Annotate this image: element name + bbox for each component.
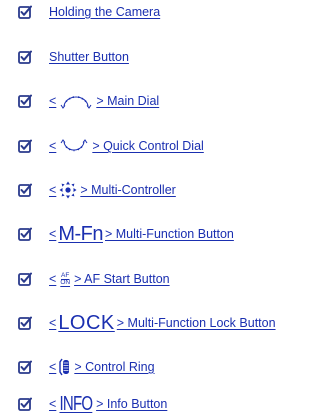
- link-prefix: <: [49, 182, 57, 197]
- link-prefix: <: [49, 359, 57, 374]
- list-item: Holding the Camera: [18, 1, 160, 23]
- link-label: > Control Ring: [74, 359, 155, 374]
- main-dial-icon: [59, 93, 93, 109]
- list-item: < AF ON > AF Start Button: [18, 268, 170, 290]
- list-item: Shutter Button: [18, 46, 129, 68]
- list-item: < INFO > Info Button: [18, 393, 167, 415]
- checkbox-checked-icon: [18, 94, 32, 108]
- link-label: Shutter Button: [49, 49, 129, 64]
- af-on-top: AF: [61, 272, 70, 279]
- link-label: > Multi-Function Lock Button: [116, 315, 276, 330]
- link-info-button[interactable]: < INFO > Info Button: [49, 394, 167, 414]
- link-quick-control-dial[interactable]: < > Quick Control Dial: [49, 138, 204, 154]
- lock-symbol: LOCK: [58, 312, 115, 334]
- list-item: < > Main Dial: [18, 90, 159, 112]
- link-multi-function-lock-button[interactable]: < LOCK > Multi-Function Lock Button: [49, 313, 276, 333]
- link-prefix: <: [49, 315, 57, 330]
- link-af-start-button[interactable]: < AF ON > AF Start Button: [49, 272, 170, 286]
- checkbox-checked-icon: [18, 50, 32, 64]
- list-item: < M-Fn > Multi-Function Button: [18, 223, 234, 245]
- checkbox-checked-icon: [18, 139, 32, 153]
- link-main-dial[interactable]: < > Main Dial: [49, 93, 159, 109]
- list-item: < LOCK > Multi-Function Lock Button: [18, 312, 276, 334]
- link-prefix: <: [49, 396, 57, 411]
- link-label: > Multi-Controller: [80, 182, 176, 197]
- link-label: Holding the Camera: [49, 4, 161, 19]
- checkbox-checked-icon: [18, 316, 32, 330]
- list-item: < > Control Ring: [18, 356, 155, 378]
- link-label: > Main Dial: [96, 93, 160, 108]
- quick-control-dial-icon: [59, 138, 89, 154]
- link-holding-the-camera[interactable]: Holding the Camera: [49, 6, 160, 19]
- checkbox-checked-icon: [18, 360, 32, 374]
- checkbox-checked-icon: [18, 272, 32, 286]
- checkbox-checked-icon: [18, 227, 32, 241]
- checkbox-checked-icon: [18, 397, 32, 411]
- link-prefix: <: [49, 93, 57, 108]
- link-label: > Quick Control Dial: [92, 138, 204, 153]
- link-multi-function-button[interactable]: < M-Fn > Multi-Function Button: [49, 224, 234, 244]
- info-symbol: INFO: [59, 393, 94, 415]
- link-prefix: <: [49, 138, 57, 153]
- link-label: > Multi-Function Button: [104, 226, 234, 241]
- af-on-bottom: ON: [60, 279, 71, 286]
- link-prefix: <: [49, 226, 57, 241]
- multi-controller-icon: [59, 181, 77, 199]
- link-prefix: <: [49, 271, 57, 286]
- list-item: < > Quick Control Dial: [18, 135, 204, 157]
- checkbox-checked-icon: [18, 183, 32, 197]
- control-ring-icon: [59, 358, 71, 376]
- link-control-ring[interactable]: < > Control Ring: [49, 358, 155, 376]
- link-label: > AF Start Button: [74, 271, 170, 286]
- link-shutter-button[interactable]: Shutter Button: [49, 51, 129, 64]
- af-on-symbol: AF ON: [60, 272, 70, 286]
- list-item: < > Multi-Controller: [18, 179, 176, 201]
- link-label: > Info Button: [96, 396, 168, 411]
- checkbox-checked-icon: [18, 5, 32, 19]
- m-fn-symbol: M-Fn: [58, 223, 103, 245]
- link-multi-controller[interactable]: < > Multi-Controller: [49, 181, 176, 199]
